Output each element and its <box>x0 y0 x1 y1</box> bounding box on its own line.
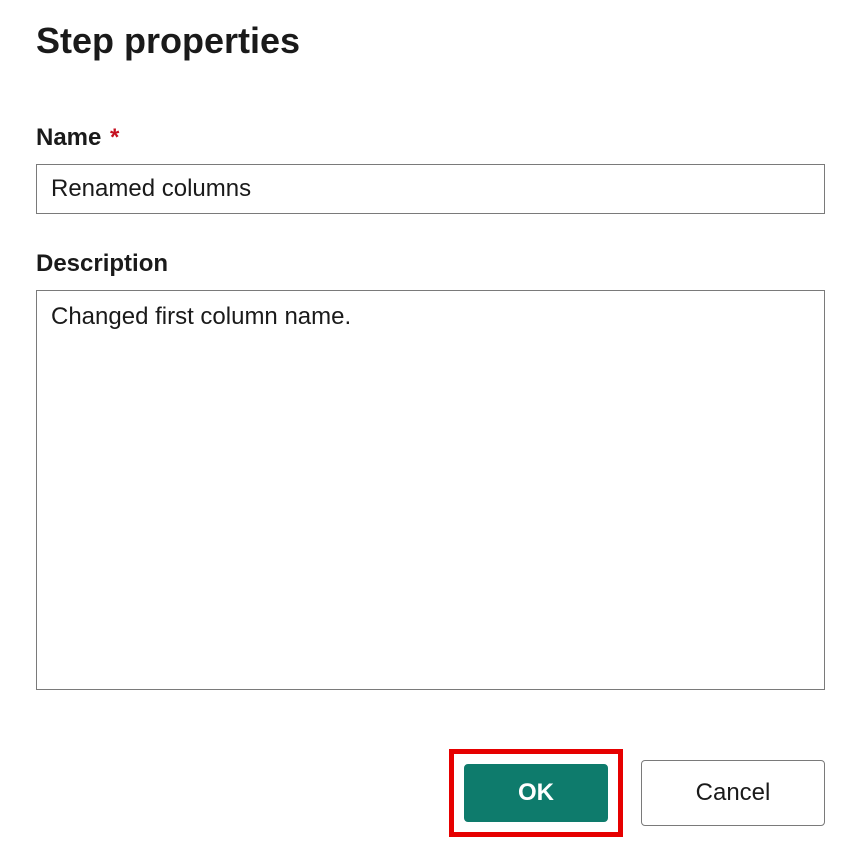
name-label-text: Name <box>36 124 101 151</box>
name-input[interactable] <box>36 164 825 214</box>
description-textarea[interactable]: Changed first column name. <box>36 290 825 690</box>
cancel-button[interactable]: Cancel <box>641 760 825 826</box>
description-field-group: Description Changed first column name. <box>36 250 825 695</box>
required-asterisk: * <box>110 124 119 151</box>
name-field-group: Name * <box>36 124 825 214</box>
button-row: OK Cancel <box>36 749 825 837</box>
dialog-title: Step properties <box>36 20 825 62</box>
ok-button-highlight: OK <box>449 749 623 837</box>
name-label: Name * <box>36 124 825 152</box>
ok-button[interactable]: OK <box>464 764 608 822</box>
description-label: Description <box>36 250 825 278</box>
